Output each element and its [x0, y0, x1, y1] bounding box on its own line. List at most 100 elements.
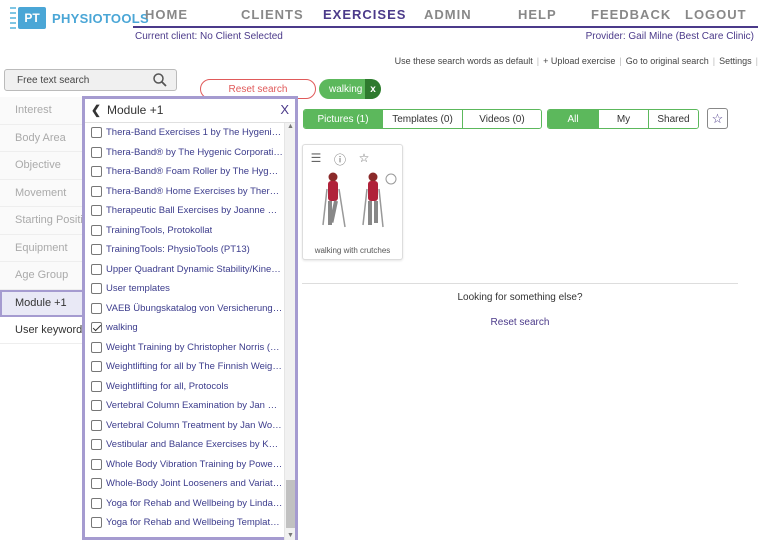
keyword-chip-walking[interactable]: walking x — [319, 79, 381, 99]
filter-interest[interactable]: Interest — [0, 97, 84, 125]
checkbox[interactable] — [91, 185, 102, 197]
checkbox[interactable] — [91, 146, 102, 158]
scroll-thumb[interactable] — [286, 480, 295, 528]
nav-admin[interactable]: ADMIN — [424, 7, 472, 22]
module-option[interactable]: TrainingTools: PhysioTools (PT13) — [85, 240, 283, 260]
checkbox[interactable] — [91, 341, 102, 353]
module-option[interactable]: Yoga for Rehab and Wellbeing by Linda Do… — [85, 494, 283, 514]
checkbox[interactable] — [91, 380, 102, 392]
checkbox[interactable] — [91, 127, 102, 139]
checkbox[interactable] — [91, 263, 102, 275]
module-option-label: Whole Body Vibration Training by Power P… — [106, 458, 283, 470]
checkbox[interactable] — [91, 400, 102, 412]
exercise-card[interactable]: ☰ ⓘ ☆ walking with crutches — [302, 144, 403, 260]
nav-help[interactable]: HELP — [518, 7, 557, 22]
tab-all[interactable]: All — [548, 110, 598, 128]
filter-starting-position[interactable]: Starting Position — [0, 207, 84, 235]
checkbox[interactable] — [91, 439, 102, 451]
current-client[interactable]: Current client: No Client Selected — [135, 31, 283, 42]
checkbox[interactable] — [91, 302, 102, 314]
filter-objective[interactable]: Objective — [0, 152, 84, 180]
menu-icon[interactable]: ☰ — [309, 151, 323, 168]
divider: | — [712, 56, 716, 66]
tab-shared[interactable]: Shared — [648, 110, 698, 128]
nav-logout[interactable]: LOGOUT — [685, 7, 747, 22]
filter-body-area[interactable]: Body Area — [0, 124, 84, 152]
checkbox[interactable] — [91, 361, 102, 373]
tab-my[interactable]: My — [598, 110, 648, 128]
module-option-label: Therapeutic Ball Exercises by Joanne Pos… — [106, 205, 283, 217]
dropdown-scrollbar[interactable]: ▲ ▼ — [284, 123, 295, 540]
chip-label: walking — [329, 83, 363, 95]
content-type-tabs: Pictures (1) Templates (0) Videos (0) — [303, 109, 542, 129]
nav-home[interactable]: HOME — [145, 7, 188, 22]
tab-templates[interactable]: Templates (0) — [382, 110, 462, 128]
reset-search-link[interactable]: Reset search — [302, 317, 738, 328]
favorites-star-icon[interactable]: ☆ — [707, 108, 728, 129]
use-as-default-link[interactable]: Use these search words as default — [395, 56, 533, 66]
chip-remove-icon[interactable]: x — [365, 79, 381, 99]
module-option[interactable]: walking — [85, 318, 283, 338]
physiotools-logo[interactable]: PT PHYSIOTOOLS — [10, 6, 149, 30]
module-option-label: Thera-Band® by The Hygenic Corporation (… — [106, 146, 283, 158]
filter-user-keywords[interactable]: User keywords — [0, 316, 84, 344]
module-option[interactable]: Therapeutic Ball Exercises by Joanne Pos… — [85, 201, 283, 221]
checkbox[interactable] — [91, 224, 102, 236]
module-option[interactable]: User templates — [85, 279, 283, 299]
checkbox[interactable] — [91, 517, 102, 529]
info-icon[interactable]: ⓘ — [333, 151, 347, 168]
close-icon[interactable]: X — [280, 102, 289, 117]
filter-movement[interactable]: Movement — [0, 179, 84, 207]
module-option[interactable]: Whole-Body Joint Looseners and Variation… — [85, 474, 283, 494]
module-option[interactable]: Vertebral Column Examination by Jan Wonn… — [85, 396, 283, 416]
scroll-down-icon[interactable]: ▼ — [286, 532, 295, 540]
checkbox[interactable] — [91, 283, 102, 295]
module-option-label: TrainingTools, Protokollat — [106, 224, 213, 236]
module-option[interactable]: Weightlifting for all, Protocols — [85, 377, 283, 397]
checkbox[interactable] — [91, 419, 102, 431]
module-option[interactable]: Vestibular and Balance Exercises by Kend… — [85, 435, 283, 455]
checkbox[interactable] — [91, 458, 102, 470]
module-option-label: Vertebral Column Treatment by Jan Wonneb… — [106, 419, 283, 431]
module-option[interactable]: Whole Body Vibration Training by Power P… — [85, 455, 283, 475]
checkbox[interactable] — [91, 205, 102, 217]
checkbox[interactable] — [91, 497, 102, 509]
star-icon[interactable]: ☆ — [357, 151, 371, 168]
nav-clients[interactable]: CLIENTS — [241, 7, 304, 22]
module-option[interactable]: Thera-Band Exercises 1 by The Hygenic Co… — [85, 123, 283, 143]
tab-videos[interactable]: Videos (0) — [462, 110, 541, 128]
module-option[interactable]: Yoga for Rehab and Wellbeing Templates/P… — [85, 513, 283, 533]
search-icon[interactable] — [152, 72, 168, 88]
checkbox[interactable] — [91, 478, 102, 490]
checkbox[interactable] — [91, 244, 102, 256]
filter-module[interactable]: Module +1 — [0, 289, 84, 317]
module-option[interactable]: Weightlifting for all by The Finnish Wei… — [85, 357, 283, 377]
module-list: Thera-Band Exercises 1 by The Hygenic Co… — [85, 123, 283, 533]
checkbox[interactable] — [91, 166, 102, 178]
module-option[interactable]: Thera-Band® Home Exercises by Thera-Band — [85, 182, 283, 202]
tab-pictures[interactable]: Pictures (1) — [304, 110, 382, 128]
module-option[interactable]: Thera-Band® by The Hygenic Corporation (… — [85, 143, 283, 163]
ownership-tabs: All My Shared — [547, 109, 699, 129]
provider-info[interactable]: Provider: Gail Milne (Best Care Clinic) — [586, 31, 754, 42]
filter-equipment[interactable]: Equipment — [0, 234, 84, 262]
filter-age-group[interactable]: Age Group — [0, 262, 84, 290]
logo-mark: PT — [18, 7, 46, 29]
chevron-left-icon[interactable]: ❮ — [91, 103, 101, 117]
module-option[interactable]: VAEB Übungskatalog von Versicherungsanst… — [85, 299, 283, 319]
module-dropdown: ❮ Module +1 X Thera-Band Exercises 1 by … — [82, 96, 298, 540]
module-option[interactable]: Vertebral Column Treatment by Jan Wonneb… — [85, 416, 283, 436]
module-option[interactable]: Upper Quadrant Dynamic Stability/Kinetic… — [85, 260, 283, 280]
module-option[interactable]: TrainingTools, Protokollat — [85, 221, 283, 241]
module-option[interactable]: Weight Training by Christopher Norris (P… — [85, 338, 283, 358]
original-search-link[interactable]: Go to original search — [626, 56, 709, 66]
checkbox[interactable] — [91, 322, 102, 334]
upload-exercise-link[interactable]: + Upload exercise — [543, 56, 615, 66]
settings-link[interactable]: Settings — [719, 56, 752, 66]
nav-feedback[interactable]: FEEDBACK — [591, 7, 671, 22]
scroll-up-icon[interactable]: ▲ — [286, 123, 295, 131]
module-option-label: VAEB Übungskatalog von Versicherungsanst… — [106, 302, 283, 314]
nav-exercises[interactable]: EXERCISES — [323, 7, 406, 22]
module-option[interactable]: Thera-Band® Foam Roller by The Hygenic C… — [85, 162, 283, 182]
free-text-search-input[interactable]: Free text search — [4, 69, 177, 91]
